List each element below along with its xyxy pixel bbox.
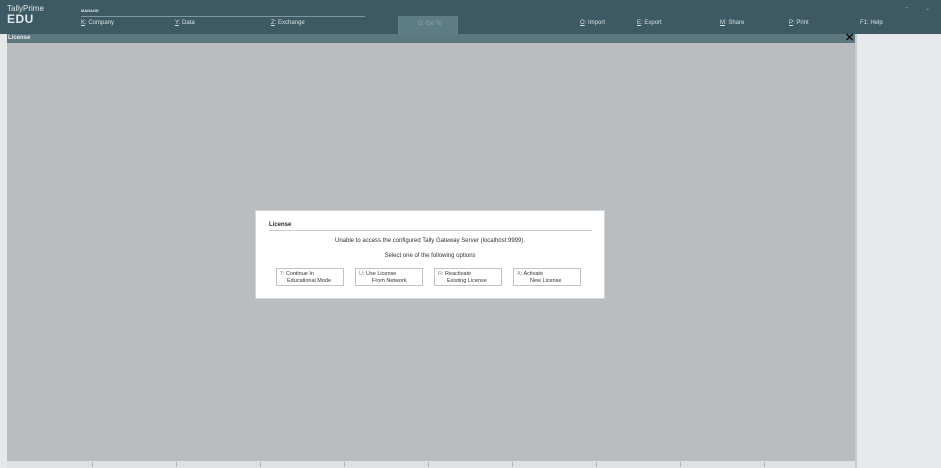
option-line1: Activate [523,271,544,277]
option-key: A [517,271,521,277]
minimize-icon[interactable]: – [905,5,908,11]
dialog-message: Unable to access the configured Tally Ga… [335,238,525,244]
option-line1: Reactivate [445,271,472,277]
option-line2: From Network [372,278,407,284]
restore-icon[interactable]: ⌄ [925,5,930,12]
menu-exchange-label: : Exchange [274,20,305,26]
dialog-title: License [269,222,292,228]
goto-label: G: Go To [418,21,442,27]
bottom-divider [512,462,513,467]
dialog-divider [269,230,592,231]
bottom-bar [7,461,855,468]
option-line2: Existing License [447,278,487,284]
menu-company-label: : Company [85,20,115,26]
menu-data-label: : Data [178,20,195,26]
activate-new-license-button[interactable]: A: Activate New License [513,268,581,286]
continue-educational-mode-button[interactable]: T: Continue In Educational Mode [276,268,344,286]
bottom-divider [596,462,597,467]
goto-button[interactable]: G: Go To [398,16,458,34]
bottom-divider [92,462,93,467]
left-strip [0,34,7,468]
manage-label: MANAGE [81,8,99,13]
menu-export-label: : Export [641,20,662,26]
option-key: R [438,271,442,277]
option-line2: Educational Mode [287,278,332,284]
right-button-panel [857,34,941,468]
dialog-prompt: Select one of the following options [384,253,476,259]
screen-title-bar: License [7,34,855,43]
menu-import[interactable]: O: Import [580,20,605,26]
bottom-divider [680,462,681,467]
menu-print-label: : Print [793,20,809,26]
bottom-divider [176,462,177,467]
edition-label: EDU [7,12,34,26]
menu-print[interactable]: P: Print [789,20,809,26]
screen-title: License [8,35,31,41]
option-key: U [359,271,363,277]
menu-import-label: : Import [584,20,606,26]
menu-exchange[interactable]: Z: Exchange [271,20,305,26]
manage-section: MANAGE [81,6,365,17]
menu-help[interactable]: F1: Help [860,20,883,26]
option-line1: Use License [366,271,397,277]
license-dialog: License Unable to access the configured … [255,210,605,299]
use-license-from-network-button[interactable]: U: Use License From Network [355,268,423,286]
bottom-divider [764,462,765,467]
bottom-divider [428,462,429,467]
menu-share[interactable]: M: Share [720,20,744,26]
reactivate-license-button[interactable]: R: Reactivate Existing License [434,268,502,286]
bottom-divider [260,462,261,467]
bottom-divider [344,462,345,467]
option-key: T [280,271,283,277]
menu-share-label: : Share [725,20,745,26]
option-line1: Continue In [285,271,314,277]
menu-company[interactable]: K: Company [81,20,114,26]
top-menu-bar: TallyPrime EDU MANAGE K: Company Y: Data… [0,0,941,34]
menu-data[interactable]: Y: Data [175,20,195,26]
option-line2: New License [530,278,562,284]
menu-export[interactable]: E: Export [637,20,662,26]
brand: TallyPrime EDU [7,4,44,26]
